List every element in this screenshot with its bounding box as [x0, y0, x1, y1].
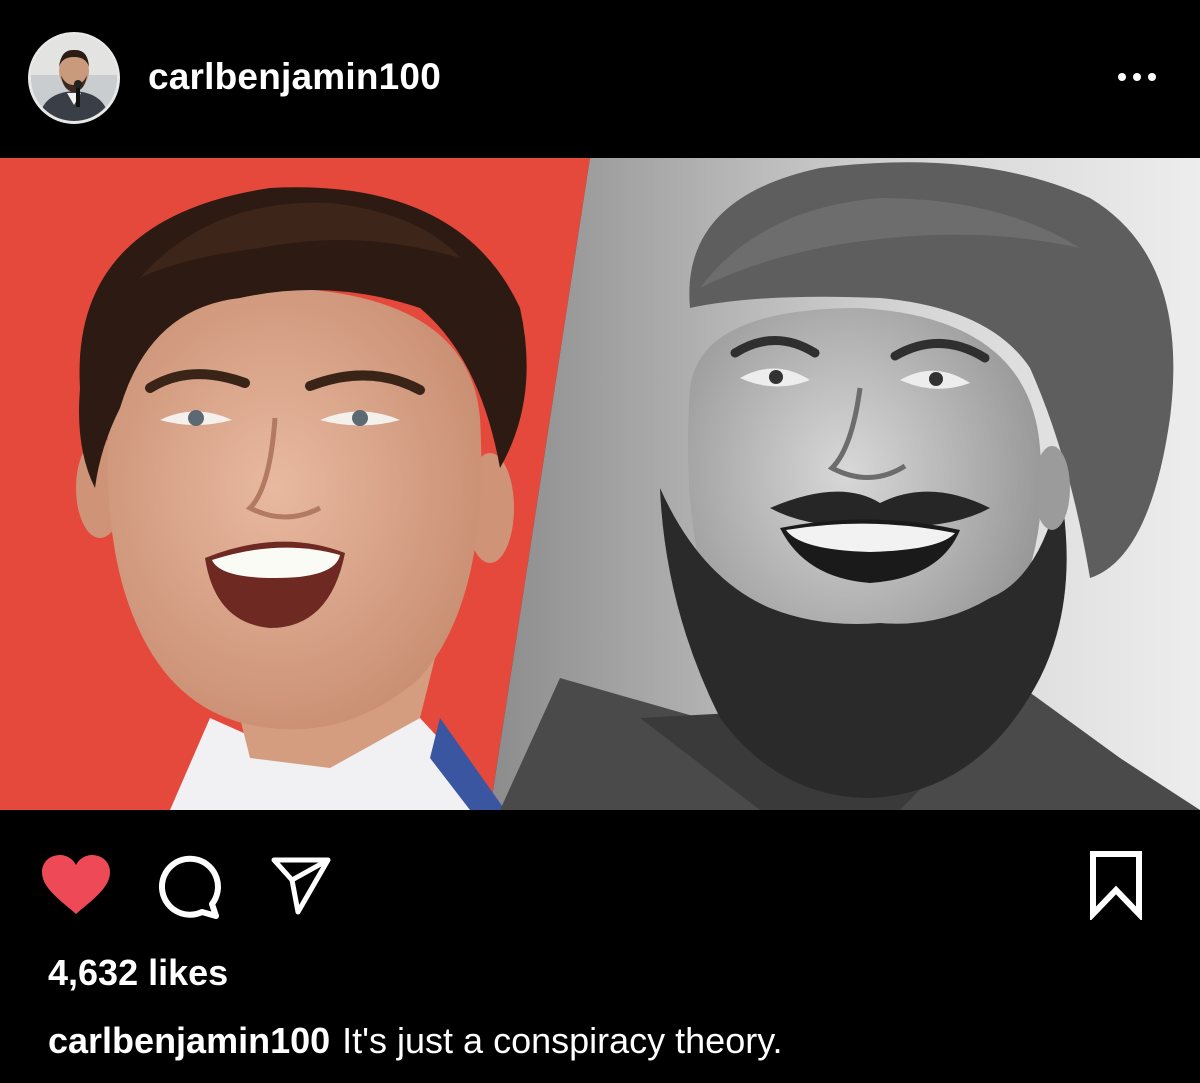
comment-button[interactable]	[158, 854, 224, 920]
likes-count[interactable]: 4,632 likes	[48, 952, 228, 994]
post-header: carlbenjamin100	[0, 0, 1200, 158]
more-options-button[interactable]	[1110, 64, 1164, 90]
heart-icon	[42, 855, 110, 914]
comment-icon	[158, 855, 221, 919]
post-username[interactable]: carlbenjamin100	[148, 56, 441, 98]
avatar[interactable]	[28, 32, 120, 124]
more-horizontal-icon	[1118, 73, 1156, 81]
caption-username[interactable]: carlbenjamin100	[48, 1020, 330, 1061]
send-icon	[271, 857, 331, 915]
like-button[interactable]	[40, 854, 112, 916]
bookmark-icon	[1090, 851, 1142, 922]
caption-text: It's just a conspiracy theory.	[342, 1020, 783, 1061]
post-photo	[0, 158, 1200, 810]
avatar-photo	[31, 35, 117, 121]
post-image[interactable]	[0, 158, 1200, 810]
caption: carlbenjamin100 It's just a conspiracy th…	[48, 1020, 783, 1062]
share-button[interactable]	[270, 854, 332, 916]
action-bar	[0, 810, 1200, 950]
save-button[interactable]	[1088, 850, 1144, 922]
